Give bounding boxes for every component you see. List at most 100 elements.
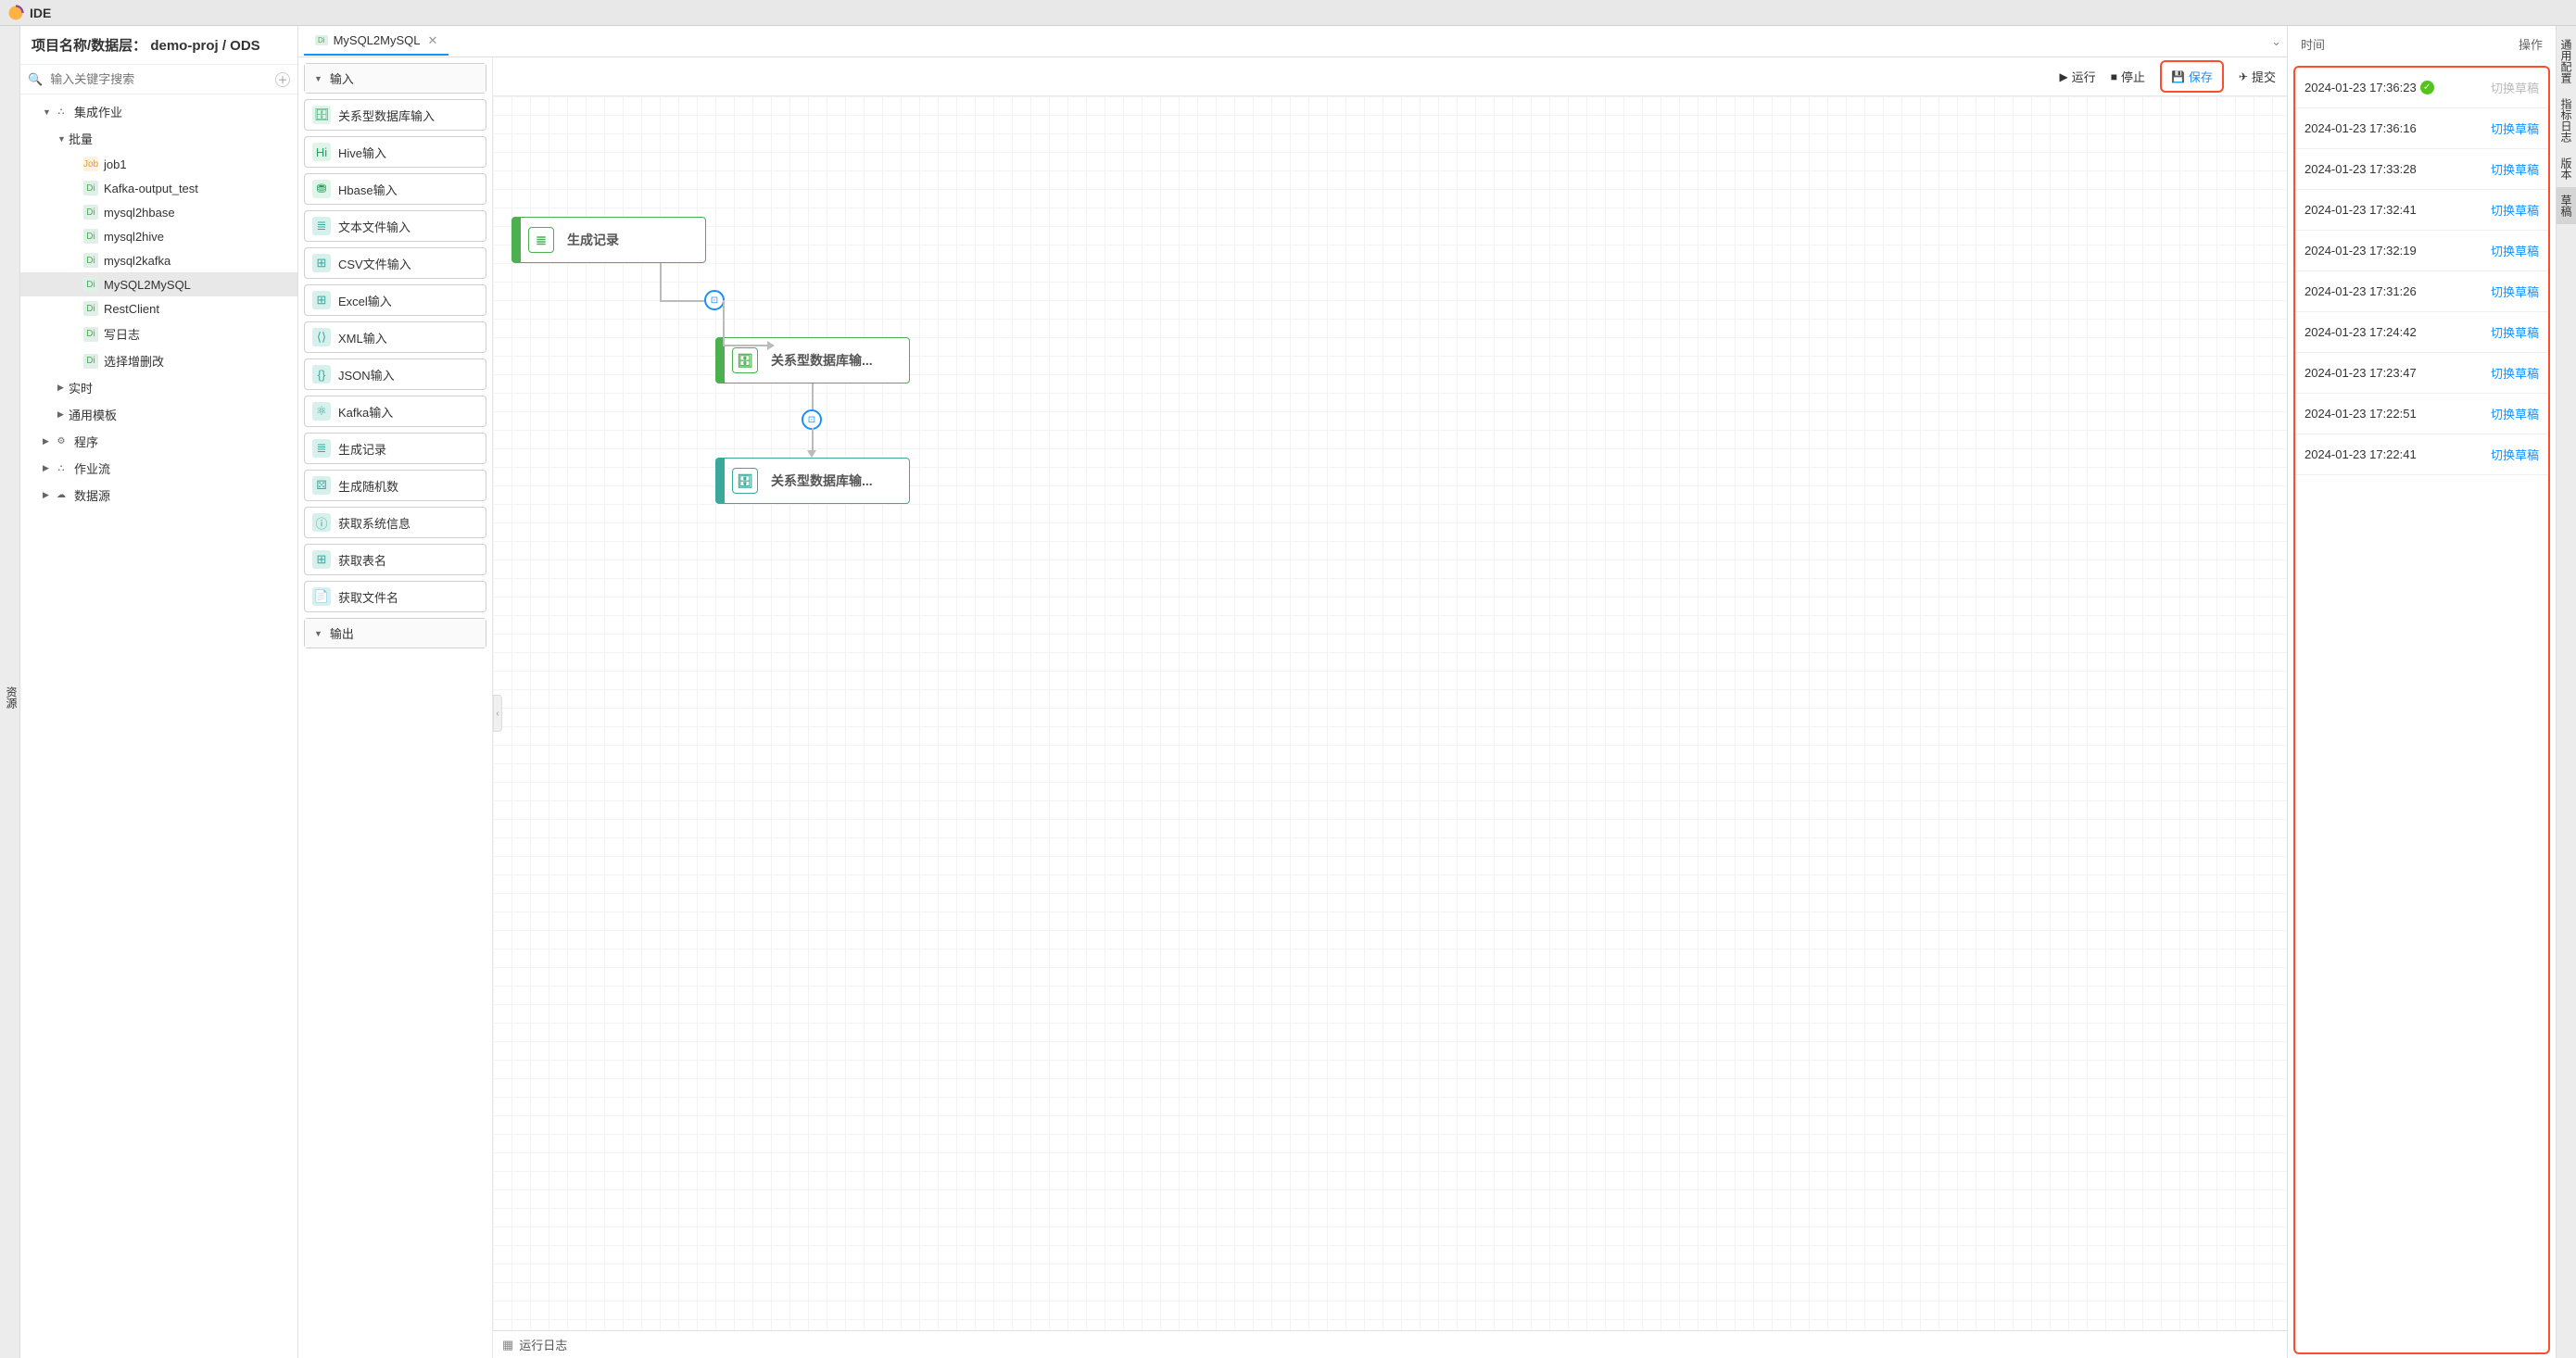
- right-rail: 通用配置 指标日志 版本 草稿: [2556, 26, 2576, 1358]
- editor-tab[interactable]: Di MySQL2MySQL ✕: [304, 28, 448, 56]
- rail-draft[interactable]: 草稿: [2557, 187, 2576, 224]
- edge-connector-icon[interactable]: ⊡: [802, 409, 822, 430]
- switch-draft-link[interactable]: 切换草稿: [2491, 201, 2539, 219]
- tree-realtime[interactable]: ▶实时: [20, 374, 297, 401]
- di-icon: Di: [83, 277, 98, 292]
- palette-item[interactable]: 🗄关系型数据库输入: [304, 99, 486, 131]
- tree-job[interactable]: Di写日志: [20, 321, 297, 347]
- workflow-icon: ⛬: [54, 461, 69, 476]
- history-row[interactable]: 2024-01-23 17:22:41切换草稿: [2295, 434, 2548, 475]
- palette-item[interactable]: 📄获取文件名: [304, 581, 486, 612]
- palette-output-section: ▼输出: [304, 618, 486, 648]
- stop-button[interactable]: ■停止: [2111, 68, 2145, 85]
- palette-item[interactable]: ⊞CSV文件输入: [304, 247, 486, 279]
- topbar: IDE: [0, 0, 2576, 26]
- tree-datasource[interactable]: ▶☁数据源: [20, 482, 297, 509]
- edge: [812, 428, 814, 452]
- switch-draft-link[interactable]: 切换草稿: [2491, 119, 2539, 137]
- history-time: 2024-01-23 17:36:23✓: [2305, 81, 2491, 94]
- history-time: 2024-01-23 17:22:41: [2305, 447, 2491, 461]
- palette-item[interactable]: {}JSON输入: [304, 358, 486, 390]
- switch-draft-link[interactable]: 切换草稿: [2491, 446, 2539, 463]
- tree-job[interactable]: Dimysql2hbase: [20, 200, 297, 224]
- tree-job[interactable]: Jobjob1: [20, 152, 297, 176]
- history-header: 时间 操作: [2288, 26, 2556, 62]
- tree-program[interactable]: ▶⚙程序: [20, 428, 297, 455]
- record-icon: ≣: [528, 227, 554, 253]
- switch-draft-link[interactable]: 切换草稿: [2491, 323, 2539, 341]
- tree-job[interactable]: Dimysql2kafka: [20, 248, 297, 272]
- palette-item[interactable]: ⊞Excel输入: [304, 284, 486, 316]
- chevron-down-icon[interactable]: ⌄: [2271, 34, 2281, 49]
- di-icon: Di: [83, 229, 98, 244]
- palette-item[interactable]: ⟨⟩XML输入: [304, 321, 486, 353]
- palette-item[interactable]: ⛃Hbase输入: [304, 173, 486, 205]
- palette-item[interactable]: ⚄生成随机数: [304, 470, 486, 501]
- switch-draft-link[interactable]: 切换草稿: [2491, 283, 2539, 300]
- palette-item[interactable]: ⊞获取表名: [304, 544, 486, 575]
- flow-canvas[interactable]: ‹ ≣ 生成记录 🗄 关系型数据库输... 🗄 关系型数据库输...: [493, 96, 2287, 1330]
- tree-integration-jobs[interactable]: ▼⛬集成作业: [20, 98, 297, 125]
- history-time: 2024-01-23 17:24:42: [2305, 325, 2491, 339]
- history-row[interactable]: 2024-01-23 17:32:19切换草稿: [2295, 231, 2548, 271]
- history-row[interactable]: 2024-01-23 17:23:47切换草稿: [2295, 353, 2548, 394]
- folder-icon: ⛬: [54, 105, 69, 119]
- palette-item[interactable]: ⓘ获取系统信息: [304, 507, 486, 538]
- palette-item[interactable]: ⚛Kafka输入: [304, 396, 486, 427]
- database-icon: 🗄: [732, 347, 758, 373]
- submit-button[interactable]: ✈提交: [2239, 68, 2276, 85]
- history-row[interactable]: 2024-01-23 17:24:42切换草稿: [2295, 312, 2548, 353]
- add-icon[interactable]: ＋: [275, 72, 290, 87]
- tree-template[interactable]: ▶通用模板: [20, 401, 297, 428]
- tree-job[interactable]: Di选择增删改: [20, 347, 297, 374]
- left-rail-label[interactable]: 资源: [4, 686, 19, 709]
- di-icon: Di: [83, 253, 98, 268]
- palette-input-section: ▼输入: [304, 63, 486, 94]
- tree-workflow[interactable]: ▶⛬作业流: [20, 455, 297, 482]
- tree-job-selected[interactable]: DiMySQL2MySQL: [20, 272, 297, 296]
- palette-item[interactable]: ≣文本文件输入: [304, 210, 486, 242]
- gear-icon: ⚙: [54, 434, 69, 449]
- tree-job[interactable]: DiKafka-output_test: [20, 176, 297, 200]
- palette-output-header[interactable]: ▼输出: [305, 619, 486, 648]
- tree-batch[interactable]: ▼批量: [20, 125, 297, 152]
- run-button[interactable]: ▶运行: [2059, 68, 2095, 85]
- run-log-tab[interactable]: 运行日志: [519, 1336, 567, 1353]
- palette-item[interactable]: ≣生成记录: [304, 433, 486, 464]
- excel-icon: ⊞: [312, 291, 331, 309]
- editor-area: Di MySQL2MySQL ✕ ⌄ ▼输入 🗄关系型数据库输入 HiHive输…: [298, 26, 2287, 1358]
- check-icon: ✓: [2420, 81, 2434, 94]
- toolbar-actions: ▶运行 ■停止 💾保存 ✈提交: [493, 57, 2287, 96]
- palette-item[interactable]: HiHive输入: [304, 136, 486, 168]
- history-row[interactable]: 2024-01-23 17:31:26切换草稿: [2295, 271, 2548, 312]
- sysinfo-icon: ⓘ: [312, 513, 331, 532]
- sidebar-search-row: 🔍 ＋: [20, 65, 297, 94]
- switch-draft-link[interactable]: 切换草稿: [2491, 242, 2539, 259]
- close-tab-icon[interactable]: ✕: [427, 33, 437, 48]
- save-button[interactable]: 💾保存: [2160, 60, 2224, 93]
- rail-metric-log[interactable]: 指标日志: [2557, 91, 2576, 150]
- search-input[interactable]: [46, 69, 275, 90]
- history-row[interactable]: 2024-01-23 17:36:16切换草稿: [2295, 108, 2548, 149]
- history-time: 2024-01-23 17:23:47: [2305, 366, 2491, 380]
- resource-tree: ▼⛬集成作业 ▼批量 Jobjob1 DiKafka-output_test D…: [20, 94, 297, 1358]
- switch-draft-link[interactable]: 切换草稿: [2491, 160, 2539, 178]
- palette-collapse-handle[interactable]: ‹: [493, 695, 502, 732]
- history-row[interactable]: 2024-01-23 17:32:41切换草稿: [2295, 190, 2548, 231]
- edge-connector-icon[interactable]: ⊡: [704, 290, 725, 310]
- switch-draft-link[interactable]: 切换草稿: [2491, 364, 2539, 382]
- switch-draft-link[interactable]: 切换草稿: [2491, 405, 2539, 422]
- canvas-node-db-out[interactable]: 🗄 关系型数据库输...: [715, 458, 910, 504]
- di-icon: Di: [83, 181, 98, 195]
- app-title: IDE: [30, 6, 51, 20]
- rail-version[interactable]: 版本: [2557, 150, 2576, 187]
- canvas-node-generate[interactable]: ≣ 生成记录: [511, 217, 706, 263]
- history-row[interactable]: 2024-01-23 17:33:28切换草稿: [2295, 149, 2548, 190]
- tree-job[interactable]: Dimysql2hive: [20, 224, 297, 248]
- history-row[interactable]: 2024-01-23 17:36:23✓切换草稿: [2295, 68, 2548, 108]
- history-row[interactable]: 2024-01-23 17:22:51切换草稿: [2295, 394, 2548, 434]
- rail-general-config[interactable]: 通用配置: [2557, 31, 2576, 91]
- tree-job[interactable]: DiRestClient: [20, 296, 297, 321]
- palette-input-header[interactable]: ▼输入: [305, 64, 486, 93]
- edge: [660, 263, 662, 300]
